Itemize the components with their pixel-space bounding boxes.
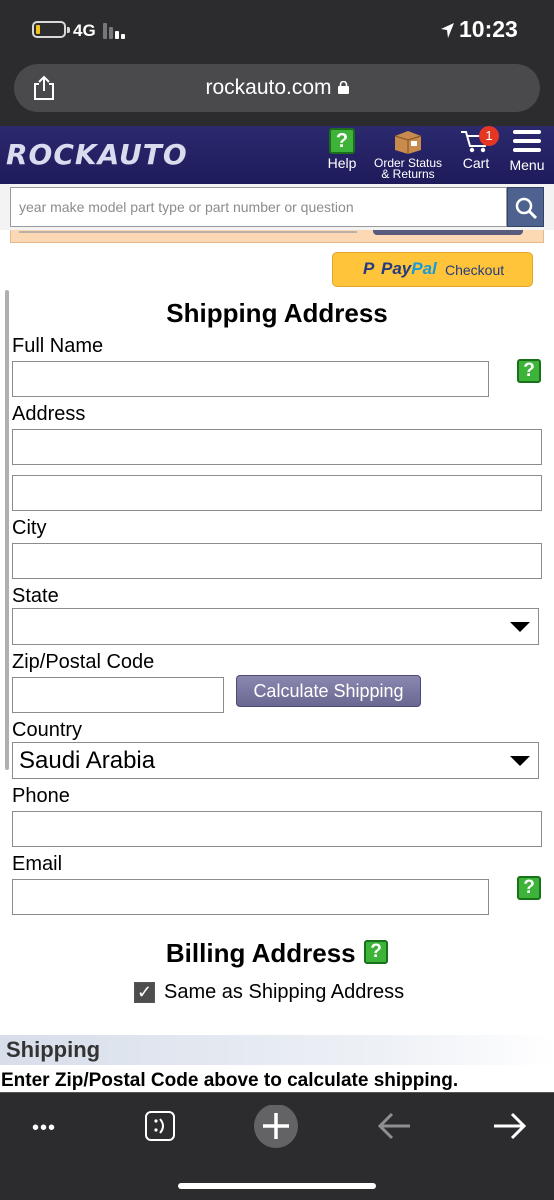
city-field[interactable] — [12, 543, 542, 579]
box-icon — [394, 131, 422, 154]
same-as-shipping-checkbox[interactable]: ✓ — [134, 982, 155, 1003]
search-input[interactable] — [10, 187, 507, 227]
email-field[interactable] — [12, 879, 489, 915]
clock-time: 10:23 — [459, 16, 518, 42]
url-text: rockauto.com — [205, 76, 332, 99]
tabs-button[interactable] — [138, 1105, 188, 1151]
lock-icon — [337, 81, 349, 94]
cart-icon: 1 — [459, 126, 499, 154]
shipping-address-title: Shipping Address — [166, 298, 388, 328]
full-name-field[interactable] — [12, 361, 489, 397]
calculate-shipping-button[interactable]: Calculate Shipping — [236, 675, 421, 707]
billing-address-row: Billing Address ? — [0, 938, 554, 969]
paypal-logo-pay: Pay — [381, 259, 412, 278]
full-name-help-icon[interactable]: ? — [517, 359, 541, 383]
paypal-checkout-button[interactable]: P PayPal Checkout — [332, 252, 533, 287]
back-arrow-icon — [377, 1112, 410, 1140]
new-tab-button[interactable] — [252, 1104, 302, 1151]
shipping-section-header: Shipping — [0, 1035, 554, 1065]
state-select[interactable] — [12, 608, 539, 645]
network-type: 4G — [73, 21, 96, 40]
phone-field[interactable] — [12, 811, 542, 847]
paypal-logo-pal: Pal — [411, 259, 437, 278]
address-line2-field[interactable] — [12, 475, 542, 511]
menu-icon — [513, 130, 541, 156]
scroll-indicator — [5, 290, 9, 770]
dropdown-arrow-icon — [510, 622, 530, 632]
plus-icon — [254, 1104, 298, 1148]
back-button[interactable] — [370, 1105, 420, 1151]
forward-arrow-icon — [494, 1112, 527, 1140]
country-label: Country — [12, 719, 83, 741]
paypal-logo: PayPal — [381, 259, 437, 279]
zip-label: Zip/Postal Code — [12, 651, 155, 673]
more-icon: ••• — [32, 1117, 57, 1139]
cart-count-badge: 1 — [479, 126, 499, 146]
address-bar[interactable]: rockauto.com — [14, 64, 540, 112]
home-indicator — [178, 1183, 376, 1189]
phone-label: Phone — [12, 785, 70, 807]
url-display[interactable]: rockauto.com — [14, 76, 540, 100]
billing-help-icon[interactable]: ? — [364, 939, 389, 964]
more-button[interactable]: ••• — [28, 1105, 78, 1151]
city-label: City — [12, 517, 47, 539]
menu-label: Menu — [509, 157, 545, 173]
same-as-shipping-label: Same as Shipping Address — [164, 981, 405, 1003]
help-icon: ? — [329, 128, 355, 154]
order-status-line2: & Returns — [381, 167, 435, 181]
shipping-section-title: Shipping — [6, 1037, 101, 1062]
help-nav[interactable]: ? Help — [322, 128, 362, 171]
help-label: Help — [327, 155, 357, 171]
paypal-logo-p: P — [363, 259, 375, 278]
shipping-note: Enter Zip/Postal Code above to calculate… — [1, 1070, 459, 1091]
email-help-icon[interactable]: ? — [517, 876, 541, 900]
zip-field[interactable] — [12, 677, 224, 713]
full-name-label: Full Name — [12, 335, 104, 357]
country-selected-value: Saudi Arabia — [19, 747, 156, 774]
rockauto-logo[interactable]: ROCKAUTO — [6, 138, 188, 171]
order-summary-strip — [10, 230, 544, 243]
state-label: State — [12, 585, 59, 607]
cart-label: Cart — [462, 155, 490, 171]
search-icon — [515, 197, 538, 220]
menu-nav[interactable]: Menu — [506, 128, 548, 173]
status-bar: 4G 10:23 — [0, 0, 554, 60]
billing-address-title: Billing Address — [165, 938, 356, 968]
battery-icon — [32, 21, 70, 38]
cart-nav[interactable]: 1 Cart — [455, 126, 499, 171]
country-select[interactable]: Saudi Arabia — [12, 742, 539, 779]
forward-button[interactable] — [486, 1105, 536, 1151]
clock: 10:23 — [440, 16, 518, 43]
email-label: Email — [12, 853, 63, 875]
site-header: ROCKAUTO ? Help Order Status & Returns 1… — [0, 126, 554, 184]
paypal-checkout-label: Checkout — [445, 262, 505, 278]
dropdown-arrow-icon — [510, 756, 530, 766]
search-button[interactable] — [507, 187, 544, 227]
address-label: Address — [12, 403, 86, 425]
signal-icon — [103, 23, 129, 39]
address-line1-field[interactable] — [12, 429, 542, 465]
location-arrow-icon — [441, 23, 454, 38]
search-row — [0, 184, 554, 230]
browser-chrome: 4G 10:23 rockauto.com — [0, 0, 554, 126]
tabs-icon — [145, 1111, 175, 1141]
order-status-nav[interactable]: Order Status & Returns — [370, 128, 446, 180]
